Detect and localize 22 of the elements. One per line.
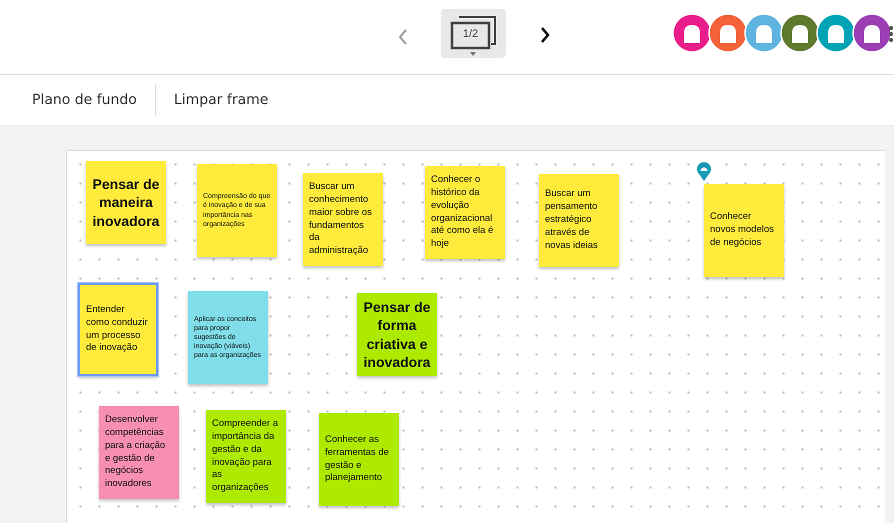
toolbar-button[interactable]: Limpar frame: [156, 92, 286, 108]
sticky-note[interactable]: Conhecer as ferramentas de gestão e planejamento: [319, 413, 399, 506]
sticky-note[interactable]: Desenvolver competências para a criação e gestão de negócios inovadores: [99, 406, 179, 499]
sticky-note[interactable]: Buscar um pensamento estratégico através de novas ideias: [539, 174, 619, 267]
avatar-icon[interactable]: [816, 13, 856, 53]
sticky-note[interactable]: Buscar um conhecimento maior sobre os fundamentos da administração: [303, 173, 383, 266]
sticky-note[interactable]: Conhecer o histórico da evolução organizacional até como ela é hoje: [425, 166, 505, 259]
chevron-right-icon[interactable]: [539, 26, 551, 44]
avatar-icon[interactable]: [744, 13, 784, 53]
avatar-icon[interactable]: [780, 13, 820, 53]
avatar-icon[interactable]: [708, 13, 748, 53]
sticky-note[interactable]: Pensar de maneira inovadora: [86, 161, 166, 244]
frame-selector-button[interactable]: 1/2: [441, 8, 506, 58]
more-options-icon[interactable]: [889, 25, 893, 43]
avatar-icon[interactable]: [852, 13, 892, 53]
sticky-note[interactable]: Pensar de forma criativa e inovadora: [357, 293, 437, 376]
toolbar-button[interactable]: Plano de fundo: [14, 92, 155, 108]
sticky-note[interactable]: Conhecer novos modelos de negócios: [704, 184, 784, 277]
avatar-icon[interactable]: [672, 13, 712, 53]
sticky-note[interactable]: Compreender a importância da gestão e da inovação para as organizações: [206, 410, 286, 503]
sticky-note[interactable]: Entender como conduzir um processo de inovação: [78, 283, 158, 376]
dropdown-arrow-icon[interactable]: [470, 52, 476, 56]
